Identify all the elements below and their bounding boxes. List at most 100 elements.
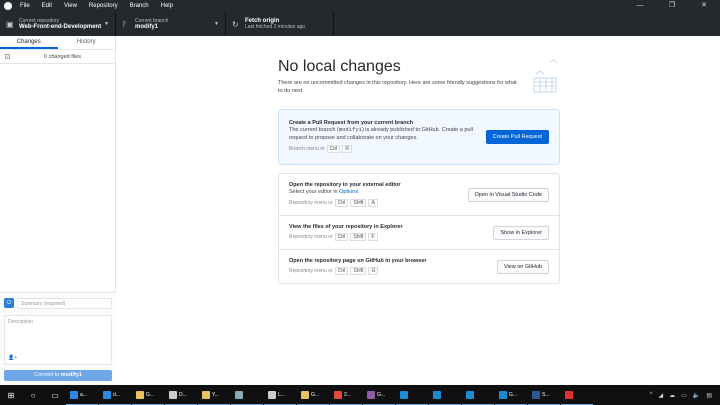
repo-name: Web-Front-end-Development <box>19 24 102 30</box>
page-title: No local changes <box>278 58 401 75</box>
key: Shift <box>350 267 367 275</box>
app-icon <box>301 390 309 399</box>
key: R <box>342 145 352 153</box>
key: Ctrl <box>334 199 349 207</box>
taskbar-app[interactable]: d... <box>99 385 131 405</box>
menu-bar: File Edit View Repository Branch Help <box>20 3 185 9</box>
app-icon <box>235 390 243 399</box>
app-icon <box>400 390 408 399</box>
pr-desc-a: The current branch ( <box>289 127 339 133</box>
taskbar-app[interactable]: a... <box>66 385 98 405</box>
taskbar-app[interactable]: G... <box>495 385 527 405</box>
commit-button[interactable]: Commit to modify1 <box>4 370 112 381</box>
app-icon <box>499 390 507 399</box>
notification-icon[interactable]: ▤ <box>706 392 712 399</box>
tab-history[interactable]: History <box>58 36 116 49</box>
app-label: G... <box>509 391 518 398</box>
app-icon <box>202 390 210 399</box>
add-coauthor-icon[interactable]: 👤+ <box>8 355 17 361</box>
chevron-up-icon[interactable]: ^ <box>650 392 653 399</box>
app-icon <box>169 390 177 399</box>
pr-branch: modify1 <box>338 126 362 133</box>
start-windows-icon[interactable]: ⊞ <box>0 391 22 400</box>
description-placeholder: Description <box>8 319 34 325</box>
menu-file[interactable]: File <box>20 3 30 9</box>
explorer-card: View the files of your repository in Exp… <box>279 216 559 250</box>
menu-edit[interactable]: Edit <box>42 3 52 9</box>
hint-text: Repository menu or <box>289 268 333 274</box>
commit-branch: modify1 <box>60 372 82 378</box>
app-label: d... <box>113 391 120 398</box>
create-pull-request-button[interactable]: Create Pull Request <box>485 130 549 144</box>
taskbar-app[interactable]: Y... <box>198 385 230 405</box>
network-icon[interactable]: ◢ <box>659 392 664 399</box>
taskbar-app[interactable]: G... <box>363 385 395 405</box>
app-label: D... <box>179 391 187 398</box>
open-in-vscode-button[interactable]: Open in Visual Studio Code <box>467 187 549 202</box>
taskbar-app[interactable] <box>462 385 494 405</box>
illustration-icon <box>533 59 558 93</box>
search-circle-icon[interactable]: ○ <box>22 391 44 400</box>
tab-changes[interactable]: Changes <box>0 36 58 49</box>
description-input[interactable]: Description 👤+ <box>4 315 112 365</box>
key: G <box>368 267 379 275</box>
view-on-github-button[interactable]: View on GitHub <box>496 259 549 274</box>
sync-icon: ↻ <box>232 19 239 29</box>
taskbar-app[interactable] <box>396 385 428 405</box>
system-tray: ^ ◢ ☁ ▭ 🔈 ▤ <box>650 392 720 399</box>
app-label: Y... <box>212 391 219 398</box>
battery-icon[interactable]: ▭ <box>681 392 687 399</box>
app-label: L... <box>278 391 285 398</box>
task-view-icon[interactable]: ▭ <box>44 391 66 400</box>
key: F <box>368 233 378 241</box>
restore-button[interactable]: ❐ <box>656 0 688 12</box>
volume-icon[interactable]: 🔈 <box>693 392 700 399</box>
app-icon <box>268 390 276 399</box>
last-fetched: Last fetched 2 minutes ago <box>245 24 306 30</box>
repository-selector[interactable]: ▣ Current repository Web-Front-end-Develo… <box>0 12 116 36</box>
taskbar-app[interactable]: L... <box>264 385 296 405</box>
hint-text: Branch menu or <box>289 146 325 152</box>
pull-request-card: Create a Pull Request from your current … <box>278 109 560 165</box>
taskbar-app[interactable]: S... <box>528 385 560 405</box>
branch-selector[interactable]: ᚹ Current branch modify1 ▼ <box>116 12 226 36</box>
taskbar-app[interactable]: 2... <box>330 385 362 405</box>
external-editor-card: Open the repository in your external edi… <box>279 174 559 216</box>
summary-input[interactable]: Summary (required) <box>17 297 112 309</box>
options-link[interactable]: Options <box>339 189 358 195</box>
minimize-button[interactable]: — <box>624 0 656 12</box>
menu-repository[interactable]: Repository <box>89 3 118 9</box>
hint-text: Repository menu or <box>289 200 333 206</box>
taskbar-app[interactable] <box>429 385 461 405</box>
app-label: G... <box>311 391 320 398</box>
app-icon <box>70 390 78 399</box>
taskbar-app[interactable]: G... <box>132 385 164 405</box>
app-icon <box>103 390 111 399</box>
taskbar-app[interactable]: G... <box>297 385 329 405</box>
pr-description: The current branch (modify1) is already … <box>289 126 489 142</box>
app-icon <box>334 390 342 399</box>
app-label: S... <box>542 391 550 398</box>
taskbar-app[interactable]: D... <box>165 385 197 405</box>
hint-text: Repository menu or <box>289 234 333 240</box>
taskbar-app[interactable] <box>561 385 593 405</box>
app-icon <box>532 390 540 399</box>
main-content: No local changes There are no uncommitte… <box>278 58 560 284</box>
close-button[interactable]: ✕ <box>688 0 720 12</box>
menu-help[interactable]: Help <box>161 3 173 9</box>
menu-view[interactable]: View <box>64 3 77 9</box>
taskbar-app[interactable] <box>231 385 263 405</box>
key: Ctrl <box>326 145 341 153</box>
key: Ctrl <box>334 233 349 241</box>
branch-icon: ᚹ <box>122 19 127 29</box>
cloud-icon[interactable]: ☁ <box>669 392 675 399</box>
fetch-origin-button[interactable]: ↻ Fetch origin Last fetched 2 minutes ago <box>226 12 334 36</box>
app-icon <box>136 390 144 399</box>
key: Shift <box>350 199 367 207</box>
menu-branch[interactable]: Branch <box>130 3 149 9</box>
repo-icon: ▣ <box>6 19 14 29</box>
taskbar: ⊞ ○ ▭ a... d... G... D... Y... L... G... 2... G.… <box>0 385 720 405</box>
app-icon <box>433 390 441 399</box>
show-in-explorer-button[interactable]: Show in Explorer <box>493 225 549 240</box>
sidebar: Changes History ✓ 0 changed files ⏻ Summary… <box>0 36 116 385</box>
